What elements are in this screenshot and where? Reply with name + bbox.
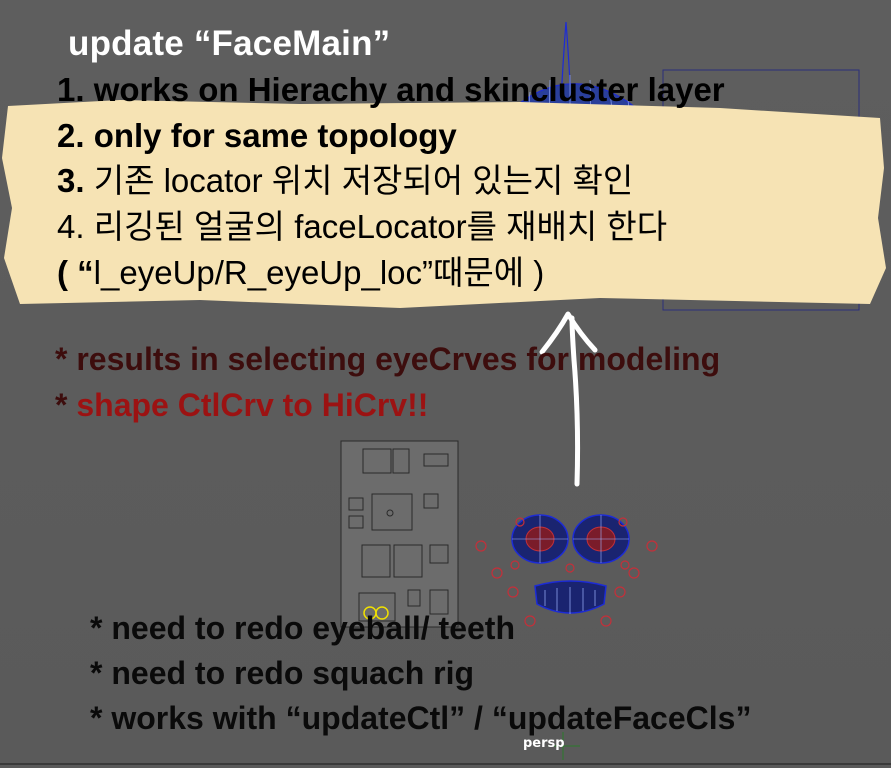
hand-drawn-up-arrow-icon <box>539 311 598 487</box>
todo-3: * works with “updateCtl” / “updateFaceCl… <box>90 700 752 736</box>
step-5: ( “l_eyeUp/R_eyeUp_loc”때문에 ) <box>57 256 544 289</box>
result-2-text: shape CtlCrv to HiCrv!! <box>76 387 429 423</box>
step-3-number: 3. <box>57 162 85 199</box>
step-1-number: 1. <box>57 71 85 108</box>
step-2-number: 2. <box>57 117 85 154</box>
todo-1: * need to redo eyeball/ teeth <box>90 610 515 646</box>
todo-2: * need to redo squach rig <box>90 655 475 691</box>
step-5-open: ( “ <box>57 254 94 291</box>
step-2-text: only for same topology <box>93 117 457 154</box>
step-5-text: l_eyeUp/R_eyeUp_loc”때문에 ) <box>93 254 545 291</box>
step-4: 4. 리깅된 얼굴의 faceLocator를 재배치 한다 <box>57 210 667 243</box>
maya-viewport[interactable]: update “FaceMain” 1. works on Hierachy a… <box>0 0 891 768</box>
step-4-text: 리깅된 얼굴의 faceLocator를 재배치 한다 <box>93 208 668 245</box>
step-4-number: 4. <box>57 208 85 245</box>
notes-title: update “FaceMain” <box>68 24 391 63</box>
camera-label: persp <box>523 736 565 751</box>
step-3: 3. 기존 locator 위치 저장되어 있는지 확인 <box>57 164 633 197</box>
step-1: 1. works on Hierachy and skincluster lay… <box>57 73 725 106</box>
result-2: * shape CtlCrv to HiCrv!! <box>55 389 428 421</box>
result-1-star: * <box>55 341 68 377</box>
result-2-star: * <box>55 387 68 423</box>
result-1-text: results in selecting eyeCrves for modeli… <box>76 341 721 377</box>
step-3-text: 기존 locator 위치 저장되어 있는지 확인 <box>93 162 634 199</box>
step-2: 2. only for same topology <box>57 119 457 152</box>
result-1: * results in selecting eyeCrves for mode… <box>55 343 720 375</box>
step-1-text: works on Hierachy and skincluster layer <box>93 71 725 108</box>
